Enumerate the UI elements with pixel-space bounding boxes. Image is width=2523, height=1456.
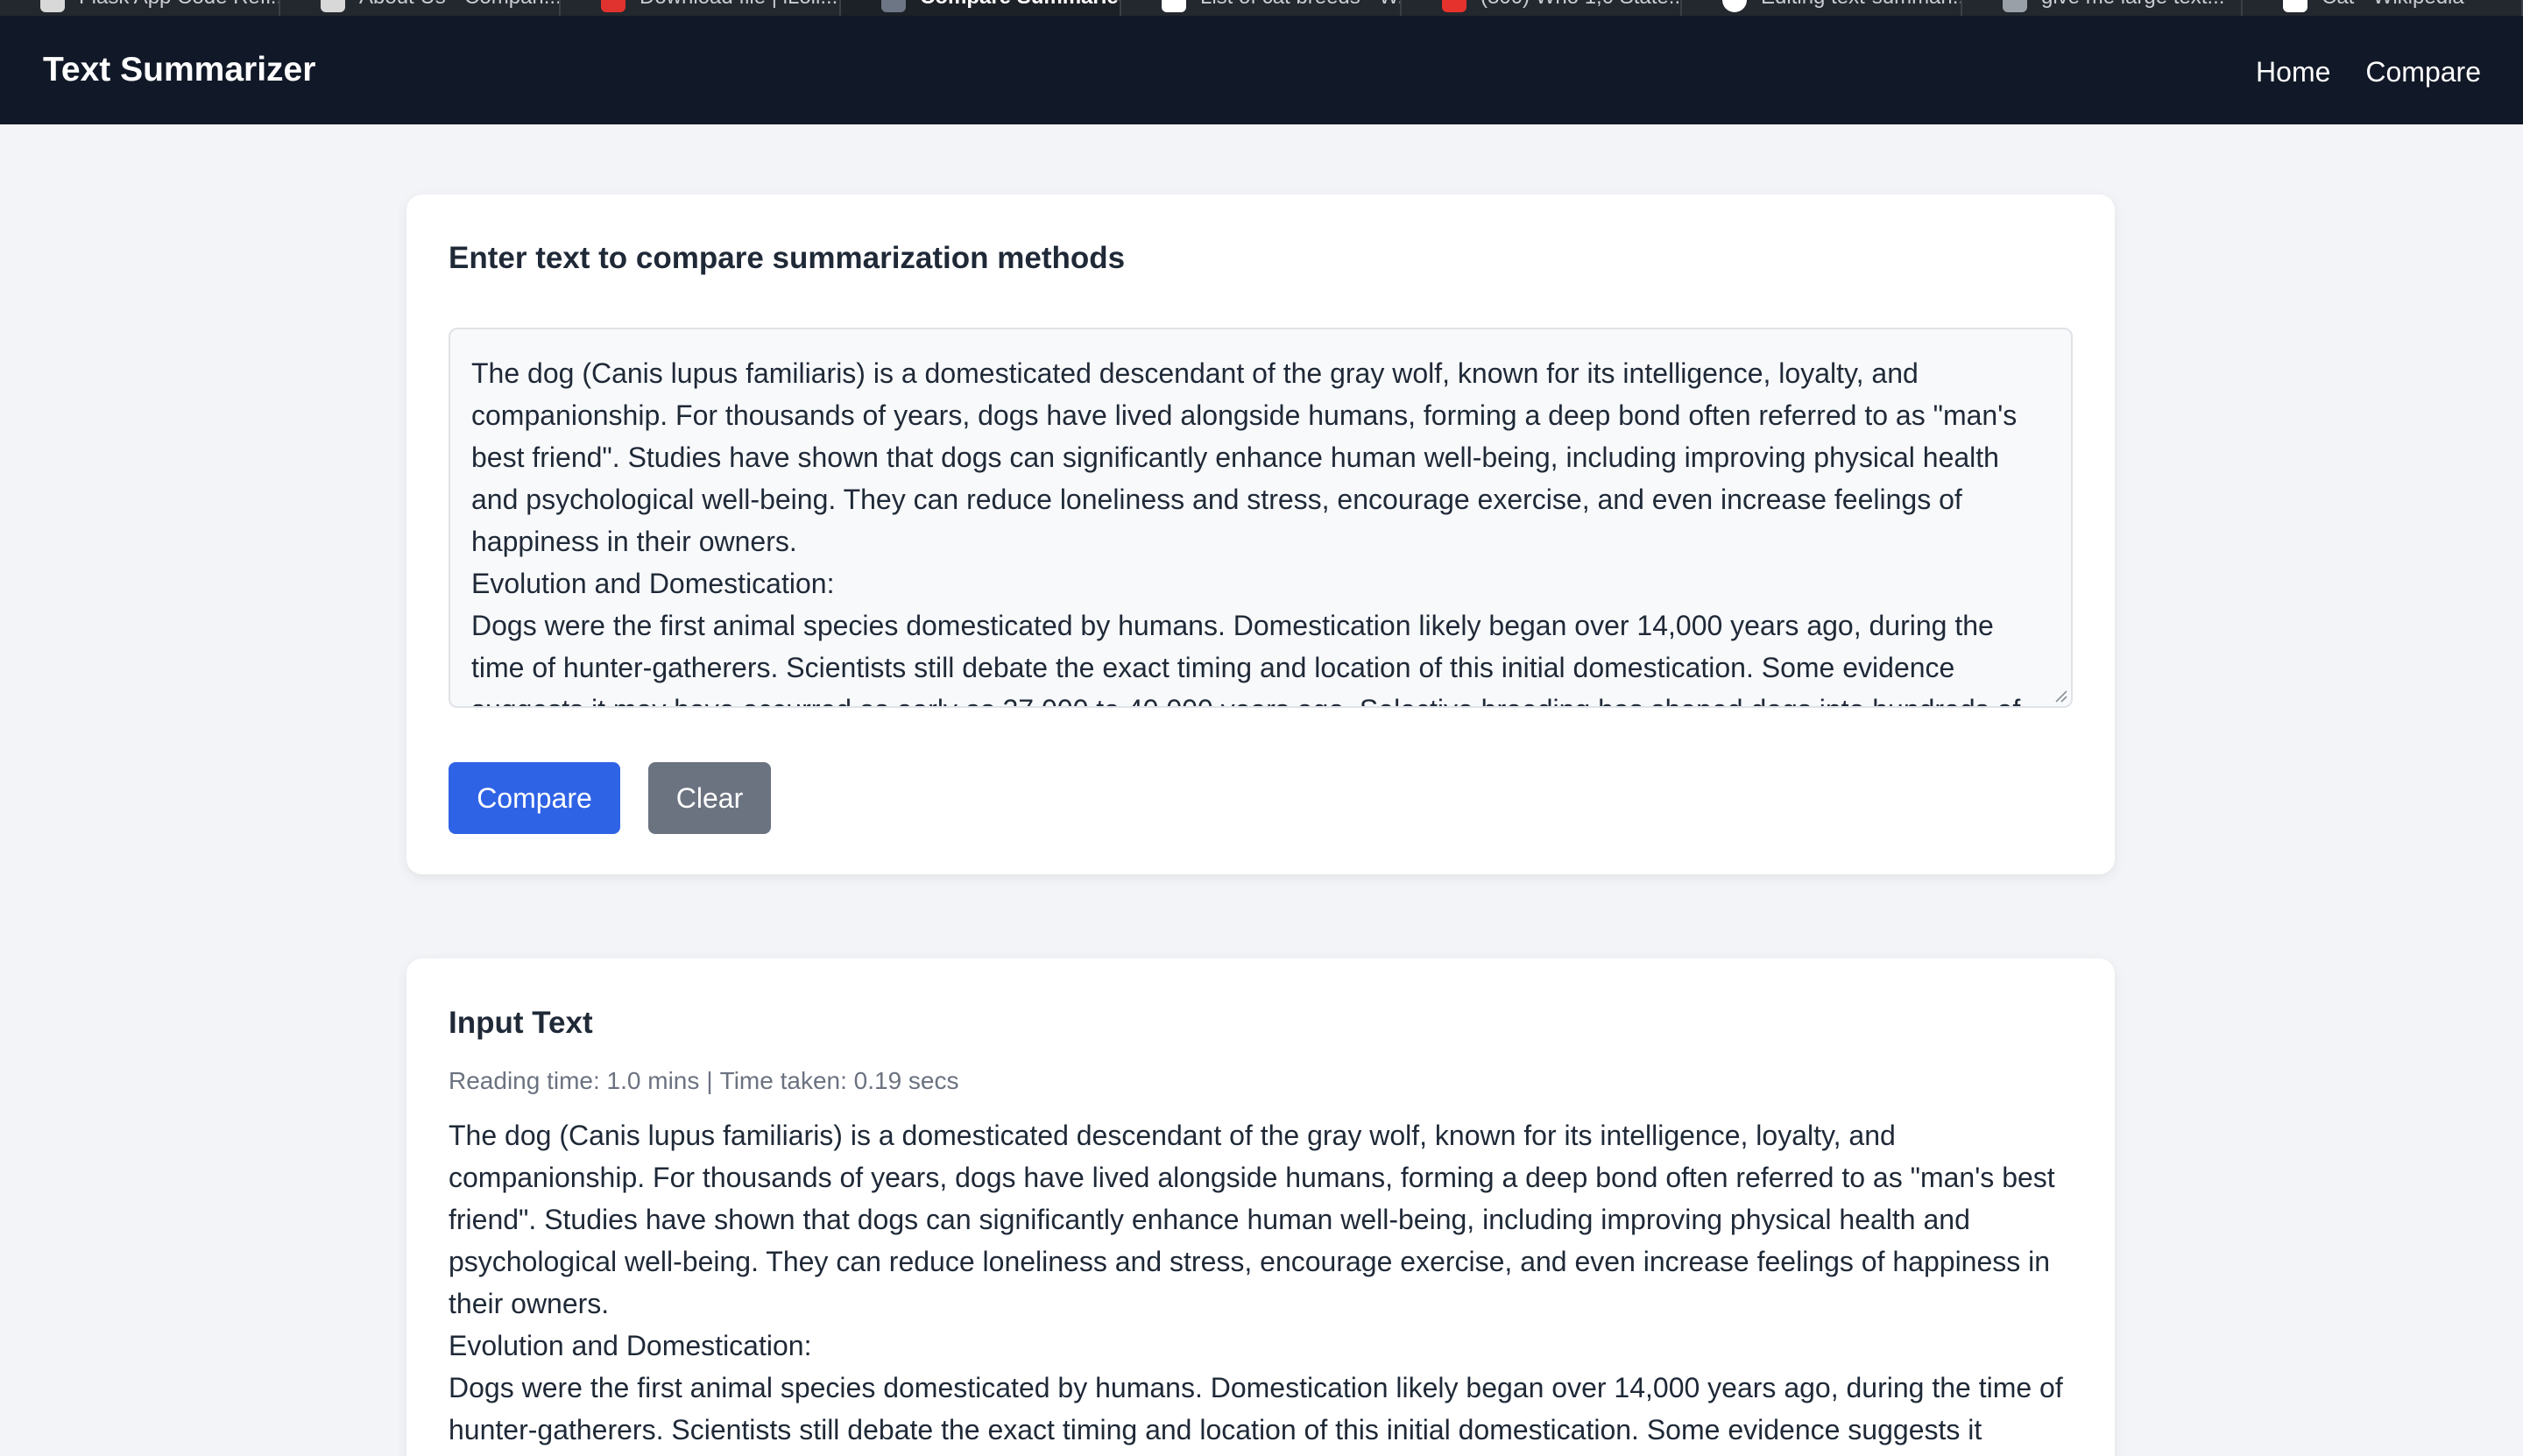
tab-title: Compare Summaries — [920, 0, 1120, 11]
stats-separator: | — [706, 1067, 713, 1094]
compare-form-card: Enter text to compare summarization meth… — [406, 194, 2115, 874]
reading-time: Reading time: 1.0 mins — [449, 1067, 700, 1094]
brand-title[interactable]: Text Summarizer — [43, 51, 315, 89]
browser-tab[interactable]: List of cat breeds - W... — [1121, 0, 1402, 16]
tab-favicon-icon — [1162, 0, 1186, 12]
tab-title: List of cat breeds - W... — [1200, 0, 1400, 11]
compare-form-heading: Enter text to compare summarization meth… — [449, 241, 1126, 275]
tab-title: give me large text... — [2041, 0, 2224, 11]
tab-favicon-icon — [2283, 0, 2307, 12]
browser-tab[interactable]: Flask App Code Refi... — [0, 0, 280, 16]
tab-favicon-icon — [1722, 0, 1747, 12]
nav-link-home[interactable]: Home — [2256, 56, 2330, 88]
browser-tab-active[interactable]: Compare Summaries — [841, 0, 1121, 16]
browser-tab[interactable]: About Us - Compari... — [280, 0, 561, 16]
tab-title: Flask App Code Refi... — [79, 0, 279, 11]
compare-button[interactable]: Compare — [449, 762, 620, 834]
browser-tab[interactable]: (300) Who 1,0 State... — [1402, 0, 1682, 16]
nav-link-compare[interactable]: Compare — [2365, 56, 2481, 88]
tab-title: About Us - Compari... — [359, 0, 559, 11]
text-input-area[interactable]: The dog (Canis lupus familiaris) is a do… — [449, 328, 2073, 708]
tab-title: Cat - Wikipedia — [2322, 0, 2464, 11]
tab-title: (300) Who 1,0 State... — [1481, 0, 1680, 11]
tab-favicon-icon — [881, 0, 906, 12]
input-text-card: Input Text Reading time: 1.0 mins | Time t… — [406, 958, 2115, 1456]
reading-stats: Reading time: 1.0 mins | Time taken: 0.19 … — [449, 1067, 959, 1095]
nav-links: Home Compare — [2256, 56, 2481, 88]
tab-favicon-icon — [2003, 0, 2027, 12]
browser-tab-strip: Flask App Code Refi... About Us - Compar… — [0, 0, 2523, 16]
tab-favicon-icon — [1442, 0, 1466, 12]
browser-tab[interactable]: Editing text-summari... — [1682, 0, 1962, 16]
clear-button[interactable]: Clear — [648, 762, 771, 834]
resize-handle-icon[interactable] — [2053, 689, 2067, 703]
text-input-value[interactable]: The dog (Canis lupus familiaris) is a do… — [471, 352, 2050, 706]
app-navbar: Text Summarizer Home Compare — [0, 16, 2523, 124]
tab-title: Editing text-summari... — [1761, 0, 1961, 11]
browser-tab[interactable]: give me large text... — [1962, 0, 2243, 16]
tab-favicon-icon — [40, 0, 65, 12]
input-text-body: The dog (Canis lupus familiaris) is a do… — [449, 1120, 2063, 1445]
tab-favicon-icon — [601, 0, 625, 12]
tab-title: Download file | iLoll... — [640, 0, 837, 11]
tab-favicon-icon — [321, 0, 345, 12]
input-text-heading: Input Text — [449, 1006, 593, 1040]
browser-tab[interactable]: Download file | iLoll... — [561, 0, 841, 16]
time-taken: Time taken: 0.19 secs — [719, 1067, 959, 1094]
browser-tab[interactable]: Cat - Wikipedia — [2243, 0, 2523, 16]
